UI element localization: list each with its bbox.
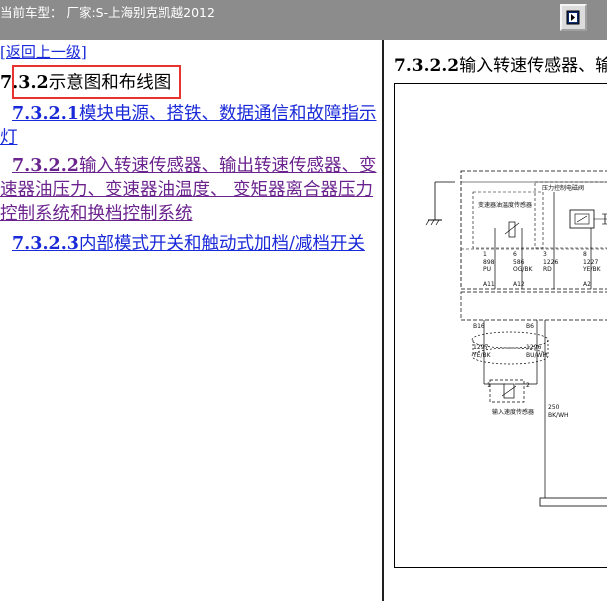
pin-color: RD <box>543 266 552 273</box>
toc-pane: [返回上一级] 7.3.2示意图和布线图 7.3.2.1模块电源、搭铁、数据通信… <box>0 40 382 601</box>
content-title-number: 7.3.2.2 <box>394 56 460 76</box>
lower-wire-conn: B6 <box>526 323 534 330</box>
lower-wire-color: YE/BK <box>472 352 492 359</box>
lower-wire-conn: B16 <box>473 323 485 330</box>
content-title-text: 输入转速传感器、输出转速传感器、变速器油压力、变速器油温度、变矩器离合器压力控制… <box>459 56 607 76</box>
temp-resistor-icon <box>508 221 516 238</box>
pin-color: PU <box>483 266 491 273</box>
ground-wire-circuit: 250 <box>548 404 560 411</box>
toc-link-modules-power[interactable]: 7.3.2.1模块电源、搭铁、数据通信和故障指示灯 <box>0 102 378 150</box>
wiring-diagram-svg: 变速器油温度传感器 压力控制电磁阀 1898PUA116586OG/BKA123… <box>425 170 607 507</box>
pin-labels: 1898PU A11 6586OG/BK A12 31226RD 81227YE/BK A2 <box>483 251 602 288</box>
bottom-bus-bar <box>539 497 607 507</box>
toc-text: 内部模式开关和触动式加档/减档开关 <box>78 234 365 254</box>
pin-num: 6 <box>513 251 517 258</box>
content-pane: 7.3.2.2输入转速传感器、输出转速传感器、变速器油压力、变速器油温度、变矩器… <box>387 40 607 601</box>
pin-color: YE/BK <box>582 266 602 273</box>
exit-button[interactable] <box>560 4 587 31</box>
toc-number: 7.3.2.3 <box>12 234 79 254</box>
selection-highlight-box <box>12 65 181 99</box>
lower-wire-circuit: 1297 <box>473 344 488 351</box>
pin-conn: A12 <box>513 281 525 288</box>
toc-link-mode-switch[interactable]: 7.3.2.3内部模式开关和触动式加档/减档开关 <box>0 232 378 256</box>
back-link[interactable]: [返回上一级] <box>0 41 87 62</box>
toc-number: 7.3.2.1 <box>12 104 79 124</box>
pin-conn: A11 <box>483 281 495 288</box>
toc-link-speed-sensors[interactable]: 7.3.2.2输入转速传感器、输出转速传感器、变速器油压力、变速器油温度、 变矩… <box>0 154 378 226</box>
ground-symbol <box>425 181 455 226</box>
sensor-pin-1: 1 <box>487 382 491 389</box>
toc-number: 7.3.2.2 <box>12 156 79 176</box>
input-speed-sensor-label: 输入速度传感器 <box>492 408 534 416</box>
wiring-diagram: 变速器油温度传感器 压力控制电磁阀 1 898 PU A11 6 586 OG/BK A12 3… <box>394 83 607 568</box>
content-title: 7.3.2.2输入转速传感器、输出转速传感器、变速器油压力、变速器油温度、变矩器… <box>394 51 607 76</box>
pin-circuit: 1226 <box>543 259 558 266</box>
lower-wire-labels: B16 1297YE/BK B6 1296BU/WH <box>472 323 547 359</box>
pin-circuit: 586 <box>513 259 525 266</box>
sensor-pin-2: 2 <box>526 382 530 389</box>
exit-door-icon <box>566 10 580 25</box>
pin-conn: A2 <box>583 281 591 288</box>
temp-sensor-label: 变速器油温度传感器 <box>478 201 532 209</box>
pin-num: 8 <box>583 251 587 258</box>
top-bar: 当前车型： 厂家:S-上海别克凯越2012 <box>0 0 607 40</box>
pin-circuit: 1227 <box>583 259 598 266</box>
lower-wire-circuit: 1296 <box>526 344 541 351</box>
current-vehicle-label: 当前车型： 厂家:S-上海别克凯越2012 <box>0 5 215 20</box>
connector-band <box>460 291 607 321</box>
temp-sensor-outline <box>472 191 544 249</box>
pressure-solenoid-label: 压力控制电磁阀 <box>542 184 584 192</box>
pin-color: OG/BK <box>513 266 534 273</box>
pin-circuit: 898 <box>483 259 495 266</box>
pin-num: 1 <box>483 251 487 258</box>
ground-wire-color: BK/WH <box>548 412 569 419</box>
pin-num: 3 <box>543 251 547 258</box>
lower-wire-color: BU/WH <box>526 352 547 359</box>
